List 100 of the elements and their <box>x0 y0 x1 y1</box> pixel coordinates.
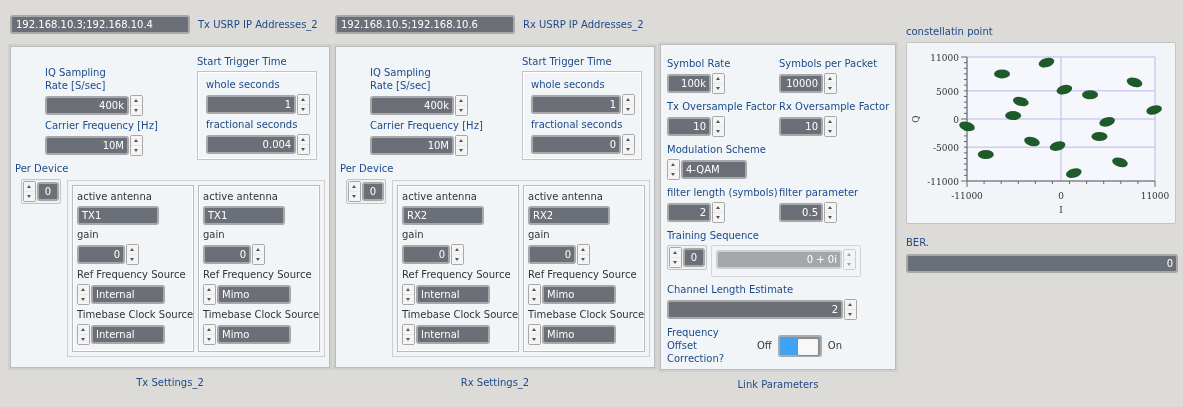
numeric-field[interactable]: 1 <box>206 95 297 114</box>
tick-label: -11000 <box>951 191 983 201</box>
field-label: whole seconds <box>531 78 606 91</box>
spinner-buttons[interactable] <box>622 134 635 155</box>
spinner-buttons[interactable] <box>23 181 36 202</box>
spinner-buttons[interactable] <box>528 324 541 345</box>
field-label: Per Device <box>15 162 70 175</box>
spinner-buttons[interactable] <box>712 116 725 137</box>
numeric-field[interactable]: 0 <box>528 245 576 264</box>
field-label: IQ Sampling Rate [S/sec] <box>370 66 432 92</box>
spinner-buttons[interactable] <box>451 244 464 265</box>
array-index-field[interactable]: 0 <box>37 182 59 201</box>
ring-field[interactable]: Mimo <box>542 325 616 344</box>
field-label: Off <box>757 339 772 352</box>
numeric-field[interactable]: 10 <box>779 117 823 136</box>
field-label: gain <box>77 228 100 241</box>
spinner-buttons[interactable] <box>77 324 90 345</box>
field-label: Modulation Scheme <box>667 143 766 156</box>
spinner-buttons[interactable] <box>203 324 216 345</box>
ip-address-field[interactable]: 192.168.10.5;192.168.10.6 <box>335 14 515 34</box>
spinner-buttons[interactable] <box>669 247 682 268</box>
spinner-buttons[interactable] <box>77 284 90 305</box>
antenna-field[interactable]: TX1 <box>77 206 159 225</box>
numeric-field[interactable]: 10000 <box>779 74 823 93</box>
spinner-buttons[interactable] <box>348 181 361 202</box>
antenna-field[interactable]: RX2 <box>528 206 610 225</box>
numeric-field[interactable]: 0.004 <box>206 135 297 154</box>
ring-field[interactable]: Mimo <box>217 325 291 344</box>
spinner-buttons[interactable] <box>455 135 468 156</box>
ring-field[interactable]: Internal <box>416 325 490 344</box>
spinner-buttons[interactable] <box>402 324 415 345</box>
spinner-buttons[interactable] <box>130 135 143 156</box>
field-label: Link Parameters <box>737 378 819 391</box>
spinner-buttons[interactable] <box>528 284 541 305</box>
spinner-buttons[interactable] <box>252 244 265 265</box>
spinner-buttons[interactable] <box>667 159 680 180</box>
spinner-buttons[interactable] <box>844 299 857 320</box>
field-label: On <box>827 339 842 352</box>
antenna-field[interactable]: TX1 <box>203 206 285 225</box>
field-label: filter parameter <box>779 186 859 199</box>
data-point <box>1126 77 1143 88</box>
spinner-buttons[interactable] <box>577 244 590 265</box>
spinner-buttons[interactable] <box>824 202 837 223</box>
numeric-field[interactable]: 0 <box>203 245 251 264</box>
ring-field[interactable]: 4-QAM <box>681 160 747 179</box>
ring-field[interactable]: Mimo <box>542 285 616 304</box>
spinner-buttons[interactable] <box>130 95 143 116</box>
numeric-field[interactable]: 100k <box>667 74 711 93</box>
spinner-buttons[interactable] <box>455 95 468 116</box>
spinner-buttons[interactable] <box>126 244 139 265</box>
numeric-field[interactable]: 2 <box>667 203 711 222</box>
tick-label: 11000 <box>1140 191 1170 201</box>
spinner-buttons[interactable] <box>402 284 415 305</box>
toggle-switch[interactable] <box>777 334 822 357</box>
field-label: gain <box>203 228 226 241</box>
field-label: Training Sequence <box>667 229 759 242</box>
numeric-field[interactable]: 400k <box>45 96 129 115</box>
array-index-field[interactable]: 0 <box>362 182 384 201</box>
numeric-field[interactable]: 0.5 <box>779 203 823 222</box>
field-label: Start Trigger Time <box>197 55 288 68</box>
tick-label: 0 <box>1058 191 1064 201</box>
ring-field[interactable]: Internal <box>91 325 165 344</box>
field-label: active antenna <box>528 190 604 203</box>
numeric-field[interactable]: 2 <box>667 300 843 319</box>
numeric-field[interactable]: 10 <box>667 117 711 136</box>
ip-address-field[interactable]: 192.168.10.3;192.168.10.4 <box>10 14 190 34</box>
numeric-field[interactable]: 1 <box>531 95 622 114</box>
numeric-field[interactable]: 400k <box>370 96 454 115</box>
spinner-buttons[interactable] <box>712 73 725 94</box>
field-label: Per Device <box>340 162 395 175</box>
spinner-buttons[interactable] <box>712 202 725 223</box>
field-label: Tx Oversample Factor <box>667 100 777 113</box>
field-label: filter length (symbols) <box>667 186 778 199</box>
field-label: gain <box>402 228 425 241</box>
field-label: constellatin point <box>906 25 994 38</box>
field-label: IQ Sampling Rate [S/sec] <box>45 66 107 92</box>
numeric-field[interactable]: 10M <box>370 136 454 155</box>
numeric-field[interactable]: 0 <box>531 135 622 154</box>
ring-field[interactable]: Internal <box>416 285 490 304</box>
numeric-field[interactable]: 0 <box>402 245 450 264</box>
field-label: Tx USRP IP Addresses_2 <box>198 17 318 31</box>
spinner-buttons[interactable] <box>622 94 635 115</box>
spinner-buttons[interactable] <box>824 116 837 137</box>
antenna-field[interactable]: RX2 <box>402 206 484 225</box>
spinner-buttons[interactable] <box>297 134 310 155</box>
spinner-buttons[interactable] <box>203 284 216 305</box>
numeric-field[interactable]: 0 <box>77 245 125 264</box>
field-label: whole seconds <box>206 78 281 91</box>
ring-field[interactable]: Mimo <box>217 285 291 304</box>
data-point <box>1099 117 1115 127</box>
data-point <box>1066 168 1082 178</box>
field-label: BER. <box>906 236 930 249</box>
field-label: Rx USRP IP Addresses_2 <box>523 17 644 31</box>
numeric-field[interactable]: 10M <box>45 136 129 155</box>
spinner-buttons[interactable] <box>824 73 837 94</box>
ring-field[interactable]: Internal <box>91 285 165 304</box>
axis-title: I <box>1059 205 1063 215</box>
data-point <box>1049 141 1066 151</box>
field-label: Ref Frequency Source <box>203 268 313 281</box>
spinner-buttons[interactable] <box>297 94 310 115</box>
